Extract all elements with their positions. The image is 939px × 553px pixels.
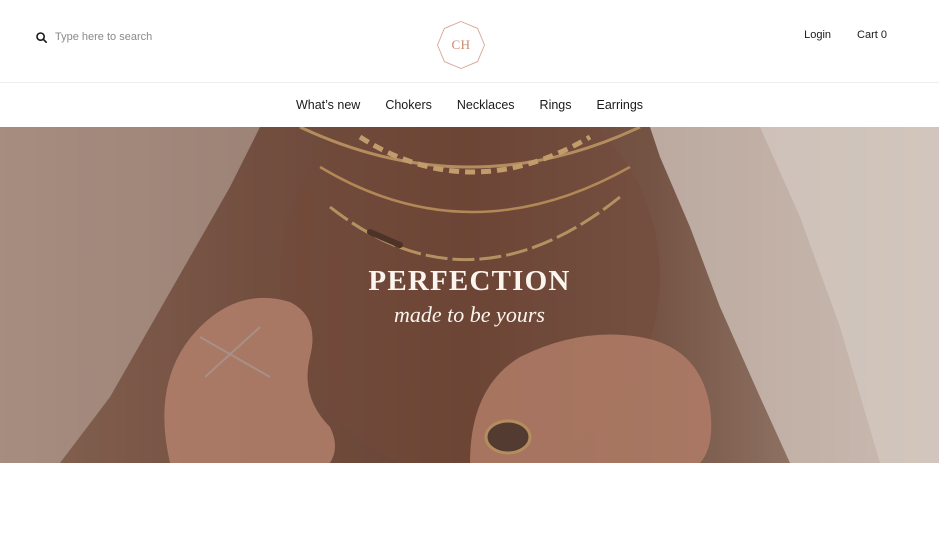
brand-logo[interactable]: CH bbox=[436, 20, 486, 70]
nav-item-whats-new[interactable]: What’s new bbox=[296, 98, 360, 112]
cart-count: 0 bbox=[880, 29, 887, 41]
account-links: Login Cart 0 bbox=[804, 29, 887, 41]
logo-monogram: CH bbox=[451, 37, 471, 52]
search-input[interactable] bbox=[55, 31, 205, 43]
nav-item-necklaces[interactable]: Necklaces bbox=[457, 98, 515, 112]
search-icon[interactable] bbox=[36, 31, 47, 43]
hero-title: PERFECTION bbox=[368, 265, 571, 297]
nav-item-earrings[interactable]: Earrings bbox=[597, 98, 644, 112]
hero-subtitle: made to be yours bbox=[394, 302, 545, 327]
nav-item-rings[interactable]: Rings bbox=[540, 98, 572, 112]
search-bar[interactable] bbox=[36, 29, 205, 45]
category-nav: What’s new Chokers Necklaces Rings Earri… bbox=[0, 83, 939, 126]
cart-link[interactable]: Cart 0 bbox=[857, 29, 887, 41]
hero-banner[interactable]: PERFECTION made to be yours bbox=[0, 127, 939, 463]
nav-item-chokers[interactable]: Chokers bbox=[385, 98, 432, 112]
site-header: CH Login Cart 0 bbox=[0, 0, 939, 83]
login-link[interactable]: Login bbox=[804, 29, 831, 41]
cart-label: Cart bbox=[857, 29, 878, 41]
